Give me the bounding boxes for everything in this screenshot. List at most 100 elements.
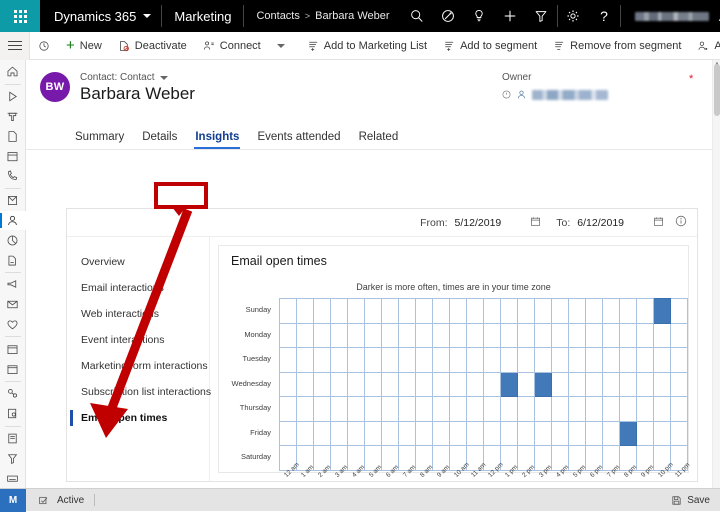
heatmap-cell[interactable] — [534, 371, 552, 397]
heatmap-cell[interactable] — [279, 298, 297, 324]
heatmap-cell[interactable] — [279, 396, 297, 422]
heatmap-cell[interactable] — [619, 371, 637, 397]
assign-button[interactable]: Assign — [689, 32, 720, 60]
scrollbar-thumb[interactable] — [714, 64, 720, 116]
heatmap-cell[interactable] — [466, 298, 484, 324]
heatmap-cell[interactable] — [415, 298, 433, 324]
heatmap-cell[interactable] — [364, 298, 382, 324]
heatmap-cell[interactable] — [347, 322, 365, 348]
heatmap-cell[interactable] — [449, 347, 467, 373]
heatmap-cell[interactable] — [551, 322, 569, 348]
heatmap-cell[interactable] — [500, 298, 518, 324]
heatmap-cell[interactable] — [381, 396, 399, 422]
tab-details[interactable]: Details — [133, 131, 186, 149]
heatmap-cell[interactable] — [551, 298, 569, 324]
heatmap-cell[interactable] — [670, 420, 688, 446]
heatmap-cell[interactable] — [619, 322, 637, 348]
heatmap-cell[interactable] — [568, 420, 586, 446]
heatmap-cell[interactable] — [364, 420, 382, 446]
heatmap-cell[interactable] — [398, 371, 416, 397]
lightbulb-icon[interactable] — [464, 0, 495, 32]
heatmap-cell[interactable] — [653, 371, 671, 397]
heatmap-cell[interactable] — [347, 396, 365, 422]
heatmap-cell[interactable] — [330, 322, 348, 348]
campaign-icon[interactable] — [0, 275, 26, 295]
heatmap-cell[interactable] — [466, 371, 484, 397]
heatmap-cell[interactable] — [602, 322, 620, 348]
heatmap-cell[interactable] — [619, 420, 637, 446]
tab-events-attended[interactable]: Events attended — [248, 131, 349, 149]
heart-icon[interactable] — [0, 315, 26, 335]
sidebar-item-marketing-form-interactions[interactable]: Marketing form interactions — [67, 353, 209, 379]
add-to-marketing-list-button[interactable]: Add to Marketing List — [299, 32, 435, 60]
heatmap-cell[interactable] — [330, 347, 348, 373]
heatmap-cell[interactable] — [602, 371, 620, 397]
heatmap-cell[interactable] — [296, 420, 314, 446]
sidebar-item-event-interactions[interactable]: Event interactions — [67, 327, 209, 353]
heatmap-cell[interactable] — [483, 298, 501, 324]
search-icon[interactable] — [402, 0, 433, 32]
heatmap-cell[interactable] — [602, 298, 620, 324]
heatmap-cell[interactable] — [517, 347, 535, 373]
heatmap-cell[interactable] — [653, 396, 671, 422]
social-icon[interactable] — [0, 384, 26, 404]
heatmap-cell[interactable] — [313, 322, 331, 348]
heatmap-cell[interactable] — [670, 347, 688, 373]
heatmap-cell[interactable] — [398, 298, 416, 324]
heatmap-cell[interactable] — [534, 396, 552, 422]
heatmap-cell[interactable] — [347, 371, 365, 397]
heatmap-cell[interactable] — [670, 298, 688, 324]
heatmap-cell[interactable] — [449, 298, 467, 324]
heatmap-cell[interactable] — [415, 420, 433, 446]
heatmap-cell[interactable] — [347, 298, 365, 324]
heatmap-cell[interactable] — [415, 371, 433, 397]
sidebar-item-overview[interactable]: Overview — [67, 249, 209, 275]
tab-summary[interactable]: Summary — [66, 131, 133, 149]
user-menu[interactable] — [621, 10, 720, 23]
heatmap-cell[interactable] — [296, 298, 314, 324]
heatmap-cell[interactable] — [330, 420, 348, 446]
heatmap-cell[interactable] — [636, 322, 654, 348]
heatmap-cell[interactable] — [313, 420, 331, 446]
sidebar-item-subscription-list-interactions[interactable]: Subscription list interactions — [67, 379, 211, 405]
site-map-toggle[interactable] — [0, 31, 30, 60]
heatmap-cell[interactable] — [432, 347, 450, 373]
heatmap-cell[interactable] — [279, 371, 297, 397]
heatmap-cell[interactable] — [619, 396, 637, 422]
breadcrumb-parent[interactable]: Contacts — [256, 10, 299, 22]
heatmap-cell[interactable] — [313, 396, 331, 422]
keyboard-icon[interactable] — [0, 468, 26, 488]
heatmap-cell[interactable] — [330, 298, 348, 324]
heatmap-cell[interactable] — [398, 396, 416, 422]
to-calendar-icon[interactable] — [653, 216, 664, 230]
heatmap-cell[interactable] — [313, 298, 331, 324]
heatmap-cell[interactable] — [551, 420, 569, 446]
form-icon[interactable] — [0, 404, 26, 424]
help-icon[interactable]: ? — [589, 0, 620, 32]
recent-icon[interactable] — [0, 87, 26, 107]
heatmap-cell[interactable] — [398, 322, 416, 348]
heatmap-cell[interactable] — [364, 396, 382, 422]
vertical-scrollbar[interactable]: ▲ — [712, 60, 720, 488]
heatmap-cell[interactable] — [381, 322, 399, 348]
heatmap-cell[interactable] — [551, 396, 569, 422]
heatmap-cell[interactable] — [517, 371, 535, 397]
tab-related[interactable]: Related — [350, 131, 408, 149]
heatmap-cell[interactable] — [636, 371, 654, 397]
sidebar-item-email-open-times[interactable]: Email open times — [67, 405, 209, 431]
heatmap-cell[interactable] — [449, 322, 467, 348]
heatmap-cell[interactable] — [449, 396, 467, 422]
heatmap-cell[interactable] — [568, 396, 586, 422]
heatmap-cell[interactable] — [653, 298, 671, 324]
heatmap-cell[interactable] — [568, 347, 586, 373]
heatmap-cell[interactable] — [568, 298, 586, 324]
heatmap-cell[interactable] — [602, 420, 620, 446]
heatmap-cell[interactable] — [619, 347, 637, 373]
heatmap-cell[interactable] — [585, 347, 603, 373]
heatmap-cell[interactable] — [585, 298, 603, 324]
heatmap-cell[interactable] — [517, 298, 535, 324]
heatmap-cell[interactable] — [330, 396, 348, 422]
heatmap-cell[interactable] — [568, 371, 586, 397]
heatmap-cell[interactable] — [568, 322, 586, 348]
heatmap-cell[interactable] — [330, 371, 348, 397]
